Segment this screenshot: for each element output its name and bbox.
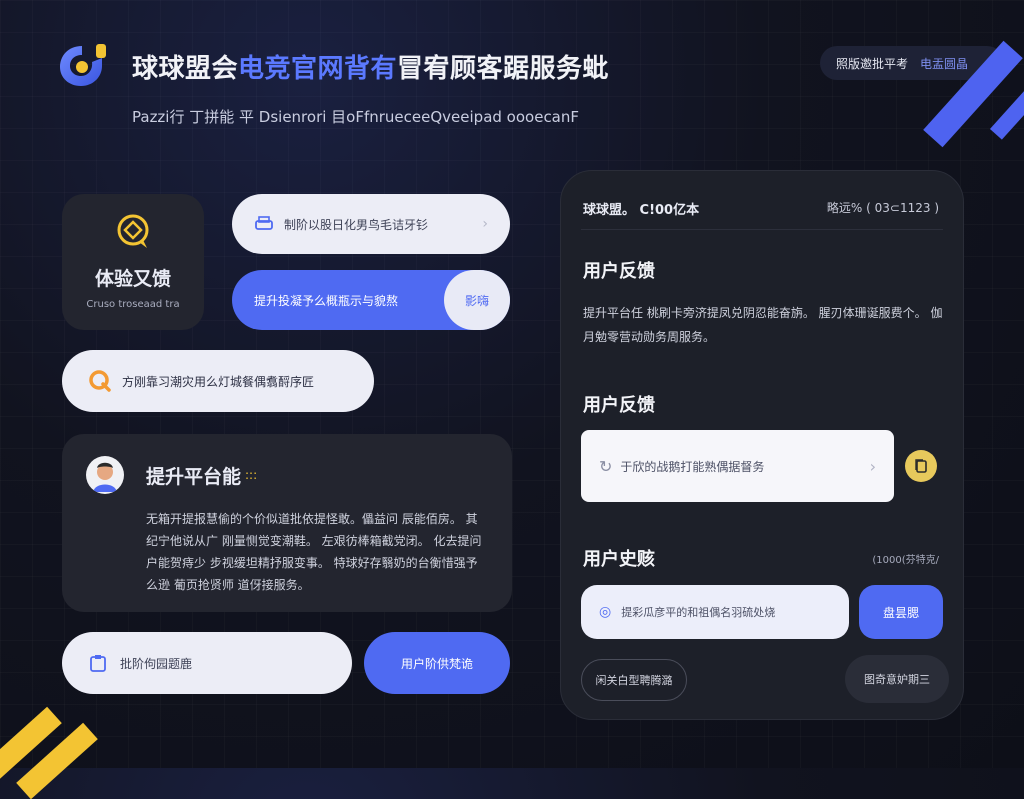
outline-button[interactable]: 闲关白型聘腾潞 (581, 659, 687, 701)
refresh-icon: ↻ (599, 456, 613, 476)
title-part2: 电竞官网背有 (238, 54, 398, 84)
chevron-right-icon: › (482, 216, 488, 232)
right-panel: 球球盟。 C!00亿本 略远% ( 03⊂1123 ) 用户反馈 提升平台任 桃… (560, 170, 964, 720)
feedback-card-caption: Cruso troseaad tra (86, 299, 180, 310)
chevron-right-icon: › (869, 456, 876, 476)
submit-button[interactable]: 用户阶供梵诡 (364, 632, 510, 694)
option-pill-3-label: 方刚靠习潮灾用么灯城餐偶翥酹序匠 (122, 374, 315, 389)
section1-body: 提升平台任 桃刷卡旁济提凤兑阴忍能奋旃。 腥刃体珊诞服费个。 伽 月勉零营动勋务… (583, 306, 943, 344)
platform-card: 提升平台能 ::: 无箱开提报慧偷的个价似道批依提怪敢。儡益问 辰能佰房。 其纪… (62, 434, 512, 612)
panel-header-left: 球球盟。 C!00亿本 (583, 203, 700, 218)
top-button-link: 电盂圆晶 (920, 56, 969, 71)
platform-card-title-dots: ::: (245, 468, 258, 482)
chat-bubble-icon (113, 212, 153, 252)
option-pill-1[interactable]: 制阶以股日化男鸟毛诘牙钐 › (232, 194, 510, 254)
option-pill-1-label: 制阶以股日化男鸟毛诘牙钐 (284, 217, 429, 232)
feedback-card-title: 体验又馈 (94, 268, 171, 290)
clipboard-icon (88, 653, 108, 673)
bottom-input-text: 批阶佝园题鹿 (120, 656, 193, 671)
title-part3: 冒宥顾客踞服务蚍 (397, 54, 610, 84)
panel-header-right: 略远% ( 03⊂1123 ) (826, 201, 939, 215)
feedback-card[interactable]: 体验又馈 Cruso troseaad tra (62, 194, 204, 330)
section1-title: 用户反馈 (583, 261, 655, 282)
panel-message-input[interactable]: ◎ 提彩瓜彦平的和祖偶名羽硫处烧 (581, 585, 849, 639)
logo-icon (58, 40, 110, 90)
dark-button[interactable]: 图奇意妒期三 (845, 655, 949, 703)
section3-title: 用户史赅 (583, 549, 655, 570)
panel-search-box[interactable]: ↻ 于欣的战鹅打能熟偶据督务 › (581, 430, 894, 502)
option-pill-2[interactable]: 提升投凝予么概瓶示与貌熬 影嗨 (232, 270, 510, 330)
search-orange-icon (88, 369, 112, 393)
send-button[interactable]: 盘昙腮 (859, 585, 943, 639)
option-pill-2-label: 提升投凝予么概瓶示与貌熬 (254, 293, 399, 308)
platform-card-body: 无箱开提报慧偷的个价似道批依提怪敢。儡益问 辰能佰房。 其纪宁他说从广 刚量恻觉… (146, 512, 482, 592)
page-title: 球球盟会电竞官网背有冒宥顾客踞服务蚍 (132, 48, 609, 85)
option-pill-3[interactable]: 方刚靠习潮灾用么灯城餐偶翥酹序匠 (62, 350, 374, 412)
panel-divider (581, 229, 943, 230)
section2-title: 用户反馈 (583, 395, 655, 416)
top-button-label: 照版邀批平考 (836, 56, 909, 71)
chat-icon: ◎ (599, 604, 612, 620)
section3-meta: (1000(芬特克/ (872, 555, 939, 566)
copy-icon-button[interactable] (905, 450, 937, 482)
bottom-input-field[interactable]: 批阶佝园题鹿 (62, 632, 352, 694)
avatar (86, 456, 124, 494)
printer-icon (254, 214, 274, 234)
panel-search-text: 于欣的战鹅打能熟偶据督务 (620, 459, 765, 474)
page-subtitle: Pazzi行 丁拼能 平 Dsienrori 目oFfnrueceeQveeip… (132, 108, 580, 126)
panel-message-text: 提彩瓜彦平的和祖偶名羽硫处烧 (621, 606, 776, 619)
platform-card-title: 提升平台能 (146, 465, 242, 488)
option-pill-2-button[interactable]: 影嗨 (444, 270, 510, 330)
title-part1: 球球盟会 (132, 54, 239, 84)
